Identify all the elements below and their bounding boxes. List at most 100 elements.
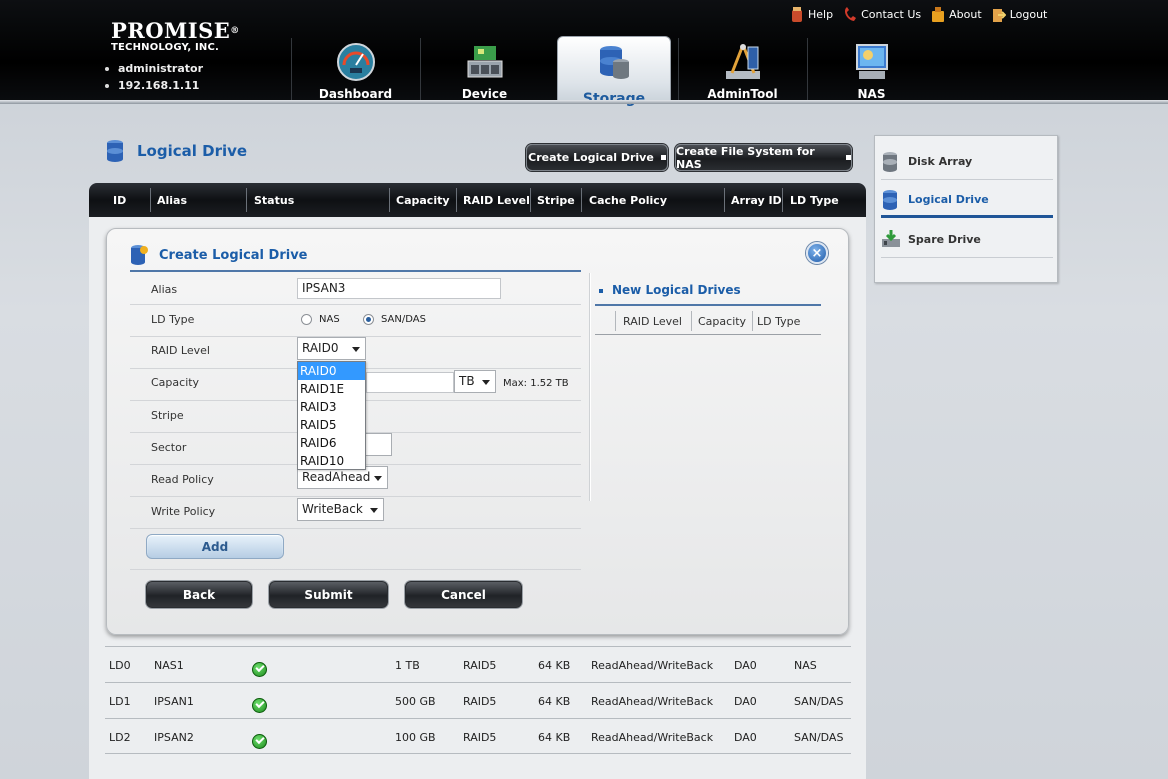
- raid-option[interactable]: RAID3: [298, 398, 365, 416]
- write-policy-label: Write Policy: [151, 505, 216, 518]
- side-item-logical-drive[interactable]: Logical Drive: [881, 180, 1053, 218]
- dialog-title-divider: [130, 270, 581, 272]
- row-cache-policy: ReadAhead/WriteBack: [591, 731, 714, 744]
- user-name: administrator: [105, 62, 203, 75]
- cancel-button[interactable]: Cancel: [405, 581, 522, 608]
- table-row[interactable]: LD2 IPSAN2 100 GB RAID5 64 KB ReadAhead/…: [105, 718, 851, 754]
- chevron-down-icon: [374, 476, 382, 481]
- user-ip: 192.168.1.11: [105, 79, 199, 92]
- row-id: LD2: [109, 731, 131, 744]
- admin-tool-icon: [725, 44, 760, 79]
- status-ok-icon: [252, 734, 267, 749]
- table-header: ID Alias Status Capacity RAID Level Stri…: [89, 183, 866, 217]
- status-ok-icon: [252, 662, 267, 677]
- page-title: Logical Drive: [106, 139, 247, 163]
- add-button[interactable]: Add: [146, 534, 284, 559]
- table-row[interactable]: LD1 IPSAN1 500 GB RAID5 64 KB ReadAhead/…: [105, 682, 851, 718]
- row-raid: RAID5: [463, 695, 497, 708]
- new-ld-col-ld-type: LD Type: [757, 315, 801, 328]
- side-item-spare-drive[interactable]: Spare Drive: [881, 220, 1053, 258]
- close-icon[interactable]: ×: [806, 242, 828, 264]
- capacity-unit-select[interactable]: TB: [454, 370, 496, 393]
- raid-option[interactable]: RAID0: [298, 362, 365, 380]
- create-logical-drive-button[interactable]: Create Logical Drive: [526, 144, 668, 171]
- raid-option[interactable]: RAID6: [298, 434, 365, 452]
- raid-level-select[interactable]: RAID0: [297, 337, 366, 360]
- col-status[interactable]: Status: [254, 194, 294, 207]
- new-ld-divider: [595, 304, 821, 306]
- nav-dashboard-label: Dashboard: [318, 87, 393, 101]
- col-cache-policy[interactable]: Cache Policy: [589, 194, 667, 207]
- raid-option[interactable]: RAID10: [298, 452, 365, 470]
- nav-nas[interactable]: NAS: [807, 38, 935, 102]
- write-policy-row: Write Policy WriteBack: [130, 497, 581, 529]
- capacity-input[interactable]: [366, 372, 454, 393]
- nav-device[interactable]: Device: [420, 38, 548, 102]
- spare-drive-icon: [882, 230, 900, 247]
- col-capacity[interactable]: Capacity: [396, 194, 450, 207]
- alias-input[interactable]: IPSAN3: [297, 278, 501, 299]
- row-ld-type: NAS: [794, 659, 817, 672]
- submit-button[interactable]: Submit: [269, 581, 388, 608]
- header-divider: [0, 100, 1168, 104]
- read-policy-value: ReadAhead: [302, 470, 371, 484]
- row-ld-type: SAN/DAS: [794, 695, 844, 708]
- ld-type-san-radio[interactable]: [363, 314, 374, 325]
- row-raid: RAID5: [463, 659, 497, 672]
- status-ok-icon: [252, 698, 267, 713]
- col-alias[interactable]: Alias: [157, 194, 187, 207]
- alias-row: Alias IPSAN3: [130, 273, 581, 305]
- ld-type-label: LD Type: [151, 313, 195, 326]
- ld-type-row: LD Type NAS SAN/DAS: [130, 305, 581, 337]
- side-item-disk-array-label: Disk Array: [908, 155, 973, 168]
- row-stripe: 64 KB: [538, 695, 571, 708]
- table-row[interactable]: LD0 NAS1 1 TB RAID5 64 KB ReadAhead/Writ…: [105, 646, 851, 682]
- panel-divider: [589, 273, 591, 501]
- raid-level-dropdown: RAID0 RAID1E RAID3 RAID5 RAID6 RAID10: [297, 361, 366, 470]
- nav-storage[interactable]: Storage: [557, 36, 671, 107]
- col-raid-level[interactable]: RAID Level: [463, 194, 530, 207]
- col-array-id[interactable]: Array ID: [731, 194, 782, 207]
- col-id[interactable]: ID: [113, 194, 126, 207]
- nav-admintool[interactable]: AdminTool: [678, 38, 806, 102]
- row-array-id: DA0: [734, 659, 757, 672]
- help-icon: [792, 7, 802, 22]
- chevron-down-icon: [370, 508, 378, 513]
- help-link[interactable]: Help: [790, 6, 833, 23]
- write-policy-select[interactable]: WriteBack: [297, 498, 384, 521]
- device-icon: [467, 46, 502, 78]
- new-logical-drives-title: New Logical Drives: [599, 283, 741, 297]
- nav-storage-label: Storage: [582, 91, 646, 107]
- col-ld-type[interactable]: LD Type: [790, 194, 839, 207]
- ld-type-san-label: SAN/DAS: [381, 314, 426, 325]
- row-alias: NAS1: [154, 659, 184, 672]
- ld-type-nas-radio[interactable]: [301, 314, 312, 325]
- col-stripe[interactable]: Stripe: [537, 194, 575, 207]
- raid-option[interactable]: RAID1E: [298, 380, 365, 398]
- help-label: Help: [808, 8, 834, 21]
- logout-link[interactable]: Logout: [992, 6, 1047, 23]
- about-label: About: [949, 8, 982, 21]
- nas-icon: [855, 44, 888, 79]
- row-array-id: DA0: [734, 695, 757, 708]
- nav-device-label: Device: [461, 87, 508, 101]
- nav-dashboard[interactable]: Dashboard: [291, 38, 419, 102]
- about-link[interactable]: About: [931, 6, 982, 23]
- brand-sub: TECHNOLOGY, INC.: [111, 42, 220, 53]
- contact-us-link[interactable]: Contact Us: [843, 6, 921, 23]
- row-raid: RAID5: [463, 731, 497, 744]
- dialog-title-text: Create Logical Drive: [159, 247, 308, 263]
- row-id: LD0: [109, 659, 131, 672]
- row-capacity: 500 GB: [395, 695, 436, 708]
- chevron-down-icon: [482, 380, 490, 385]
- raid-option[interactable]: RAID5: [298, 416, 365, 434]
- stripe-label: Stripe: [151, 409, 184, 422]
- back-button[interactable]: Back: [146, 581, 252, 608]
- phone-icon: [845, 7, 857, 21]
- row-capacity: 1 TB: [395, 659, 420, 672]
- create-file-system-button[interactable]: Create File System for NAS: [675, 144, 852, 171]
- raid-level-value: RAID0: [302, 341, 339, 355]
- side-item-disk-array[interactable]: Disk Array: [881, 142, 1053, 180]
- sector-select[interactable]: [366, 433, 392, 456]
- row-array-id: DA0: [734, 731, 757, 744]
